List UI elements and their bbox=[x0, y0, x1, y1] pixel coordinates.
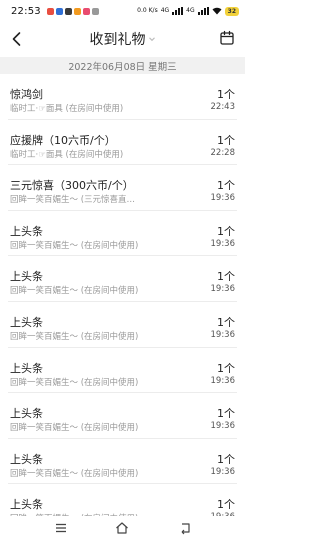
gift-count: 1个 bbox=[217, 133, 235, 147]
gift-sender: 回眸一笑百媚生～ (在房间中使用) bbox=[10, 377, 139, 388]
page-title[interactable]: 收到礼物 bbox=[90, 29, 156, 49]
navigation-bar bbox=[0, 516, 245, 540]
notification-app-icon bbox=[55, 7, 63, 15]
network-type-top: 4G bbox=[160, 7, 170, 14]
gift-count: 1个 bbox=[217, 270, 235, 284]
gift-name: 上头条 bbox=[10, 270, 43, 284]
gift-time: 19:36 bbox=[210, 375, 236, 386]
network-type-bottom: 4G bbox=[186, 7, 195, 14]
gift-list: 惊鸿剑 临时工·☞面具 (在房间中使用) 1个 22:43 应援牌（10六币/个） 临时工… bbox=[0, 74, 245, 530]
gift-time: 19:36 bbox=[210, 238, 236, 249]
gift-sender: 回眸一笑百媚生～ (在房间中使用) bbox=[10, 331, 139, 342]
notification-app-icon bbox=[46, 7, 54, 15]
notification-icons bbox=[46, 7, 99, 15]
gift-row[interactable]: 上头条回眸一笑百媚生～ (在房间中使用) 1个19:36 bbox=[8, 211, 237, 257]
gift-time: 19:36 bbox=[210, 421, 236, 432]
page-title-text: 收到礼物 bbox=[89, 32, 146, 48]
gift-sender: 回眸一笑百媚生～ (在房间中使用) bbox=[10, 423, 139, 434]
gift-row[interactable]: 上头条回眸一笑百媚生～ (在房间中使用) 1个19:36 bbox=[8, 439, 237, 485]
gift-time: 19:36 bbox=[210, 193, 236, 204]
gift-count: 1个 bbox=[217, 88, 235, 101]
gift-count: 1个 bbox=[217, 224, 235, 238]
screen: 22:53 0.0 K/s 4G 4G 32 收到礼物 2022年06月08日 … bbox=[0, 0, 245, 540]
gift-row[interactable]: 三元惊喜（300六币/个） 回眸一笑百媚生～ (三元惊喜直… 1个 19:36 bbox=[8, 165, 237, 211]
gift-time: 22:28 bbox=[210, 147, 236, 158]
battery-icon: 32 bbox=[224, 6, 239, 16]
gift-count: 1个 bbox=[217, 452, 235, 466]
gift-name: 惊鸿剑 bbox=[10, 88, 43, 101]
speed-indicator: 0.0 K/s bbox=[137, 7, 158, 14]
gift-sender: 回眸一笑百媚生～ (在房间中使用) bbox=[10, 240, 139, 251]
gift-count: 1个 bbox=[217, 498, 235, 512]
gift-sender: 回眸一笑百媚生～ (三元惊喜直… bbox=[10, 195, 136, 206]
status-time: 22:53 bbox=[11, 5, 41, 17]
calendar-icon[interactable] bbox=[219, 30, 235, 46]
gift-time: 19:36 bbox=[210, 329, 236, 340]
gift-time: 19:36 bbox=[210, 284, 236, 295]
gift-name: 三元惊喜（300六币/个） bbox=[10, 179, 134, 193]
gift-name: 上头条 bbox=[10, 315, 43, 329]
gift-time: 22:43 bbox=[210, 102, 236, 112]
wifi-icon bbox=[212, 7, 222, 15]
gift-row[interactable]: 上头条回眸一笑百媚生～ (在房间中使用) 1个19:36 bbox=[8, 393, 237, 439]
gift-count: 1个 bbox=[217, 315, 235, 329]
gift-time: 19:36 bbox=[210, 466, 236, 477]
back-arrow-icon[interactable] bbox=[178, 521, 192, 535]
gift-name: 上头条 bbox=[10, 224, 43, 238]
gift-name: 上头条 bbox=[10, 407, 43, 421]
gift-row[interactable]: 惊鸿剑临时工·☞面具 (在房间中使用) 1个 22:43 bbox=[8, 74, 237, 120]
notification-app-icon bbox=[73, 7, 81, 15]
gift-row[interactable]: 上头条回眸一笑百媚生～ (在房间中使用) 1个19:36 bbox=[8, 302, 237, 348]
chevron-left-icon[interactable] bbox=[8, 30, 26, 48]
gift-count: 1个 bbox=[217, 361, 235, 375]
notification-app-icon bbox=[64, 7, 72, 15]
menu-icon[interactable] bbox=[54, 521, 68, 535]
status-indicators: 0.0 K/s 4G 4G 32 bbox=[137, 6, 239, 16]
gift-sender: 临时工·☞面具 (在房间中使用) bbox=[10, 149, 124, 160]
chevron-down-icon bbox=[148, 37, 155, 42]
gift-sender: 回眸一笑百媚生～ (在房间中使用) bbox=[10, 468, 139, 479]
gift-row[interactable]: 应援牌（10六币/个） 临时工·☞面具 (在房间中使用) 1个 22:28 bbox=[8, 120, 237, 166]
signal-icon-2 bbox=[197, 7, 209, 15]
gift-sender: 回眸一笑百媚生～ (在房间中使用) bbox=[10, 286, 139, 297]
gift-row[interactable]: 上头条回眸一笑百媚生～ (在房间中使用) 1个19:36 bbox=[8, 256, 237, 302]
gift-name: 上头条 bbox=[10, 498, 43, 512]
status-bar: 22:53 0.0 K/s 4G 4G 32 bbox=[0, 0, 245, 22]
gift-count: 1个 bbox=[217, 179, 235, 193]
gift-sender: 临时工·☞面具 (在房间中使用) bbox=[10, 104, 124, 114]
date-bar: 2022年06月08日 星期三 bbox=[0, 57, 245, 74]
notification-app-icon bbox=[82, 7, 90, 15]
gift-name: 应援牌（10六币/个） bbox=[10, 133, 116, 147]
gift-name: 上头条 bbox=[10, 361, 43, 375]
home-icon[interactable] bbox=[115, 521, 129, 535]
gift-name: 上头条 bbox=[10, 452, 43, 466]
gift-row[interactable]: 上头条回眸一笑百媚生～ (在房间中使用) 1个19:36 bbox=[8, 348, 237, 394]
page-header: 收到礼物 bbox=[0, 22, 245, 56]
notification-app-icon bbox=[91, 7, 99, 15]
signal-icon bbox=[172, 7, 184, 15]
gift-count: 1个 bbox=[217, 407, 235, 421]
